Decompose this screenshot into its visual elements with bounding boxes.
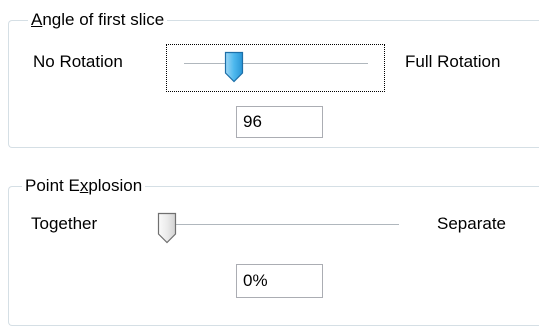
- rotation-slider-track: [184, 63, 368, 65]
- no-rotation-label: No Rotation: [33, 52, 123, 71]
- slider-thumb-icon[interactable]: [223, 51, 245, 83]
- point-explosion-group: [8, 186, 539, 326]
- slider-thumb-icon[interactable]: [156, 212, 178, 244]
- rotation-value-input[interactable]: [236, 106, 323, 138]
- explosion-value-input[interactable]: [236, 264, 323, 298]
- explosion-slider-track: [167, 224, 399, 226]
- point-explosion-legend: Point Explosion: [22, 176, 146, 196]
- explosion-slider[interactable]: [150, 208, 410, 252]
- separate-label: Separate: [437, 214, 506, 233]
- rotation-slider[interactable]: [166, 44, 385, 92]
- together-label: Together: [31, 214, 98, 233]
- angle-of-first-slice-legend: Angle of first slice: [28, 10, 168, 30]
- full-rotation-label: Full Rotation: [405, 52, 501, 71]
